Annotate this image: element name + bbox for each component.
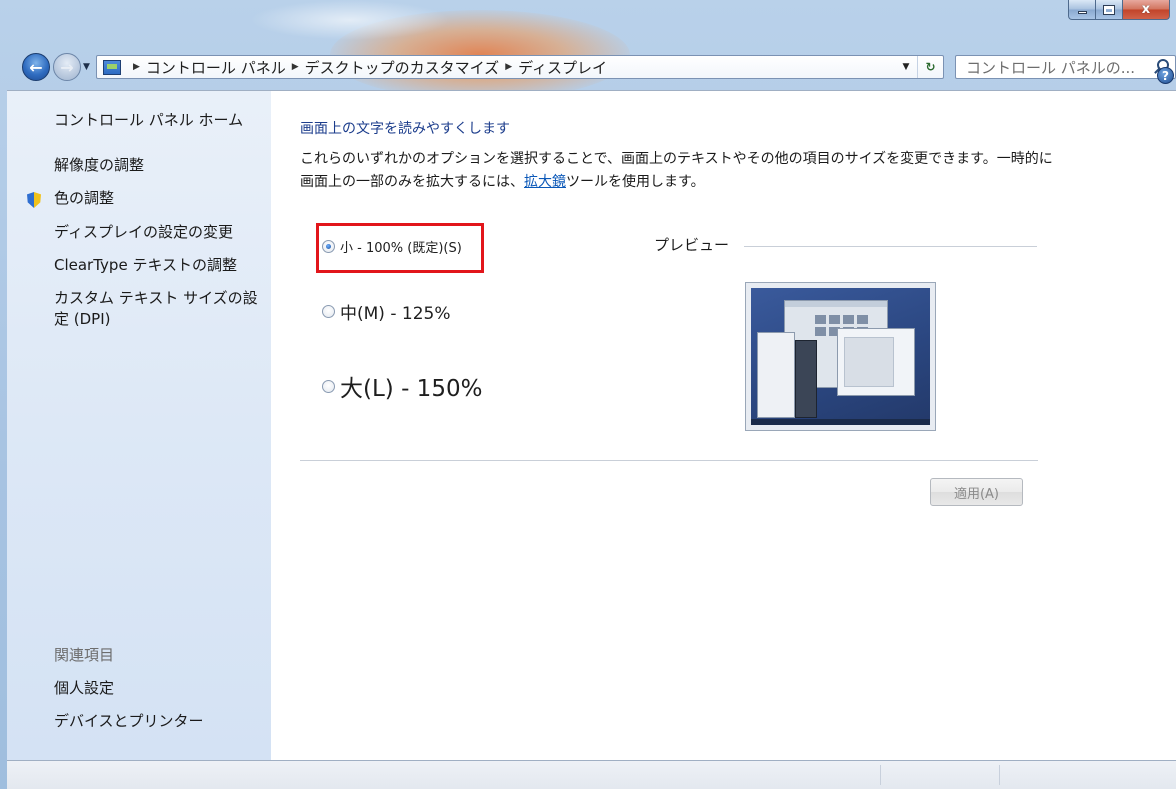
search-placeholder: コントロール パネルの...: [966, 58, 1136, 77]
sidebar-item-display-settings[interactable]: ディスプレイの設定の変更: [54, 222, 233, 243]
breadcrumb-chevron-icon[interactable]: ▶: [292, 62, 299, 72]
forward-button[interactable]: →: [53, 53, 81, 81]
search-input[interactable]: コントロール パネルの...: [955, 55, 1176, 79]
maximize-icon: [1103, 4, 1115, 15]
option-small[interactable]: 小 - 100% (既定)(S): [322, 237, 462, 256]
minimize-icon: [1077, 11, 1087, 14]
close-icon: x: [1141, 2, 1151, 17]
back-arrow-icon: ←: [29, 57, 43, 77]
option-large-label[interactable]: 大(L) - 150%: [340, 369, 482, 403]
radio-large[interactable]: [322, 379, 335, 393]
preview-label: プレビュー: [654, 236, 730, 254]
section-divider: [300, 460, 1038, 461]
caption-buttons: x: [1068, 0, 1170, 21]
aero-background-highlight: [250, 0, 450, 40]
preview-divider: [744, 246, 1037, 247]
preview-taskbar: [751, 419, 930, 425]
preview-window-titlebar: [785, 301, 887, 307]
status-separator: [999, 765, 1000, 785]
recent-pages-dropdown[interactable]: ▼: [83, 62, 90, 72]
option-small-label[interactable]: 小 - 100% (既定)(S): [340, 237, 462, 256]
sidebar-item-home[interactable]: コントロール パネル ホーム: [54, 110, 243, 131]
address-dropdown-icon[interactable]: ▼: [899, 62, 913, 72]
main-content: ? 画面上の文字を読みやすくします これらのいずれかのオプションを選択することで…: [271, 67, 1176, 761]
breadcrumb-control-panel[interactable]: コントロール パネル: [146, 57, 286, 78]
address-bar[interactable]: ▶ コントロール パネル ▶ デスクトップのカスタマイズ ▶ ディスプレイ ▼ …: [96, 55, 944, 79]
status-bar: [7, 760, 1176, 789]
close-button[interactable]: x: [1123, 0, 1170, 20]
preview-tile: [843, 315, 854, 324]
preview-tile: [857, 315, 868, 324]
option-medium-label[interactable]: 中(M) - 125%: [340, 299, 450, 324]
minimize-button[interactable]: [1068, 0, 1096, 20]
preview-tile: [815, 315, 826, 324]
breadcrumb-chevron-icon[interactable]: ▶: [133, 62, 140, 72]
navigation-bar: ← → ▼ ▶ コントロール パネル ▶ デスクトップのカスタマイズ ▶ ディス…: [0, 50, 1176, 86]
sidebar-item-cleartype[interactable]: ClearType テキストの調整: [54, 255, 237, 276]
radio-medium[interactable]: [322, 305, 335, 318]
sidebar-item-custom-dpi-line1[interactable]: カスタム テキスト サイズの設: [54, 288, 258, 309]
breadcrumb-chevron-icon[interactable]: ▶: [505, 62, 512, 72]
breadcrumb-display[interactable]: ディスプレイ: [518, 57, 607, 78]
related-items-header: 関連項目: [54, 646, 115, 664]
preview-tile: [815, 327, 826, 336]
sidebar: コントロール パネル ホーム 解像度の調整 色の調整 ディスプレイの設定の変更 …: [7, 91, 271, 761]
apply-button[interactable]: 適用(A): [930, 478, 1023, 506]
sidebar-item-color[interactable]: 色の調整: [28, 188, 114, 209]
option-medium[interactable]: 中(M) - 125%: [322, 299, 450, 324]
preview-image: [745, 282, 936, 431]
sidebar-item-devices-printers[interactable]: デバイスとプリンター: [54, 711, 204, 732]
preview-tile: [829, 315, 840, 324]
help-icon[interactable]: ?: [1157, 67, 1174, 84]
page-description: これらのいずれかのオプションを選択することで、画面上のテキストやその他の項目のサ…: [300, 148, 1060, 194]
maximize-button[interactable]: [1096, 0, 1123, 20]
forward-arrow-icon: →: [60, 57, 74, 77]
back-button[interactable]: ←: [22, 53, 50, 81]
page-title: 画面上の文字を読みやすくします: [300, 121, 510, 137]
refresh-icon[interactable]: ↻: [917, 56, 943, 78]
client-area: コントロール パネル ホーム 解像度の調整 色の調整 ディスプレイの設定の変更 …: [7, 67, 1176, 761]
preview-dark-panel: [795, 340, 817, 418]
radio-small[interactable]: [322, 240, 335, 253]
preview-side-panel: [757, 332, 795, 418]
status-separator: [880, 765, 881, 785]
preview-window-front: [837, 328, 915, 396]
sidebar-item-personalization[interactable]: 個人設定: [54, 678, 114, 699]
preview-screen: [751, 288, 930, 425]
control-panel-icon: [103, 59, 121, 75]
breadcrumb-desktop-customization[interactable]: デスクトップのカスタマイズ: [305, 57, 500, 78]
sidebar-item-custom-dpi-line2[interactable]: 定 (DPI): [54, 309, 111, 330]
sidebar-item-resolution[interactable]: 解像度の調整: [54, 155, 144, 176]
description-text-2: ツールを使用します。: [566, 174, 705, 190]
magnifier-link[interactable]: 拡大鏡: [524, 174, 566, 190]
option-large[interactable]: 大(L) - 150%: [322, 369, 482, 403]
